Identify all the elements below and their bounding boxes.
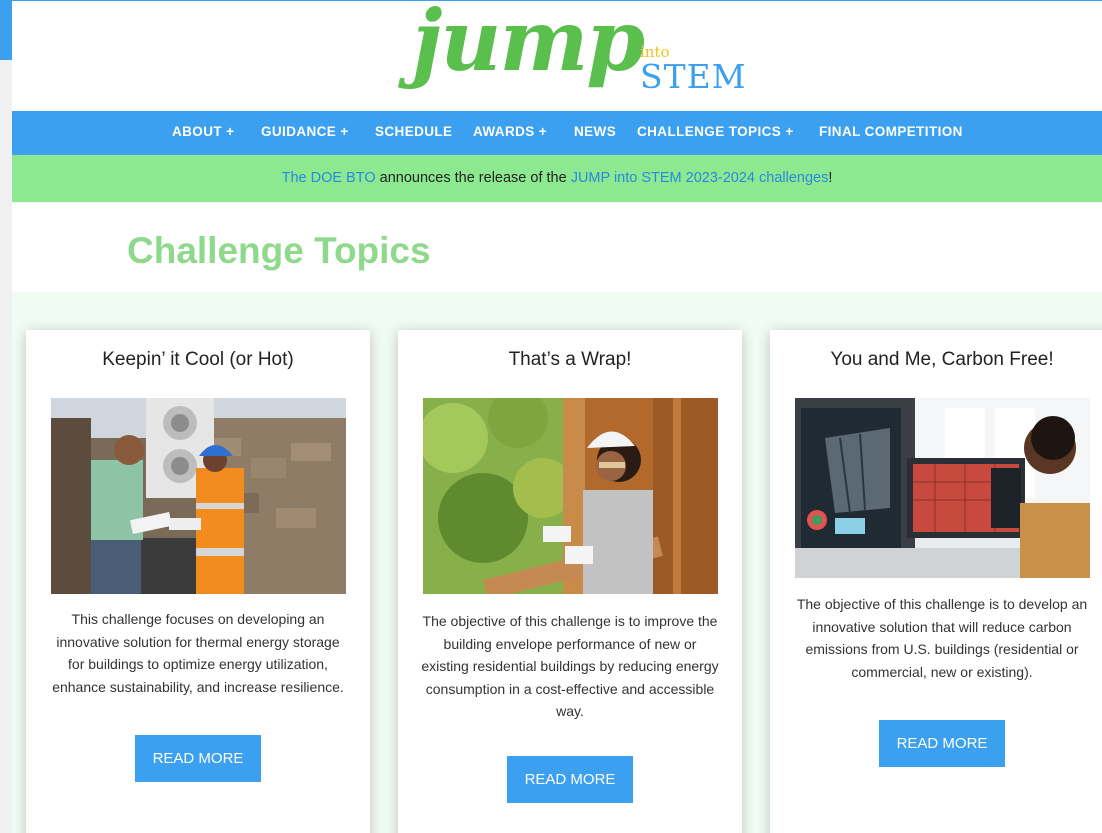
- site-logo[interactable]: jump into STEM: [412, 0, 746, 107]
- banner-text: announces the release of the: [375, 170, 571, 186]
- card-title: That’s a Wrap!: [508, 349, 632, 370]
- engineer-at-computer-monitors-photo: [795, 398, 1090, 578]
- title-band: Challenge Topics: [12, 203, 1102, 292]
- challenge-card: Keepin’ it Cool (or Hot) This challenge …: [26, 330, 370, 833]
- nav-item-final-competition[interactable]: FINAL COMPETITION: [819, 124, 963, 139]
- card-description: The objective of this challenge is to im…: [421, 613, 719, 719]
- page-title: Challenge Topics: [127, 230, 431, 271]
- challenges-link[interactable]: JUMP into STEM 2023-2024 challenges: [571, 170, 829, 186]
- smiling-worker-installing-insulation-photo: [423, 398, 718, 594]
- announcement-banner: The DOE BTO announces the release of the…: [12, 155, 1102, 202]
- card-title: Keepin’ it Cool (or Hot): [102, 349, 294, 370]
- nav-item-challenge-topics[interactable]: CHALLENGE TOPICS +: [637, 124, 794, 139]
- read-more-button[interactable]: READ MORE: [507, 756, 633, 803]
- nav-item-news[interactable]: NEWS: [574, 124, 616, 139]
- banner-end: !: [828, 170, 833, 186]
- logo-stem-text: STEM: [640, 57, 747, 96]
- left-edge-accent: [0, 0, 12, 60]
- technicians-inspecting-heat-pump-photo: [51, 398, 346, 594]
- doe-bto-link[interactable]: The DOE BTO: [282, 170, 376, 186]
- read-more-button[interactable]: READ MORE: [135, 735, 261, 782]
- card-description: The objective of this challenge is to de…: [796, 596, 1088, 680]
- challenge-card: You and Me, Carbon Free! The objective o…: [770, 330, 1102, 833]
- site-header: jump into STEM: [12, 0, 1102, 111]
- card-description: This challenge focuses on developing an …: [52, 611, 344, 695]
- main-nav: ABOUT + GUIDANCE + SCHEDULE AWARDS + NEW…: [12, 111, 1102, 155]
- challenge-card: That’s a Wrap! The objective of this cha…: [398, 330, 742, 833]
- nav-item-awards[interactable]: AWARDS +: [473, 124, 547, 139]
- left-edge-strip: [0, 0, 12, 833]
- page: jump into STEM ABOUT + GUIDANCE + SCHEDU…: [12, 0, 1102, 833]
- nav-item-schedule[interactable]: SCHEDULE: [375, 124, 452, 139]
- nav-item-guidance[interactable]: GUIDANCE +: [261, 124, 349, 139]
- logo-jump-text: jump: [412, 0, 645, 90]
- read-more-button[interactable]: READ MORE: [879, 720, 1005, 767]
- nav-item-about[interactable]: ABOUT +: [172, 124, 234, 139]
- card-title: You and Me, Carbon Free!: [830, 349, 1054, 370]
